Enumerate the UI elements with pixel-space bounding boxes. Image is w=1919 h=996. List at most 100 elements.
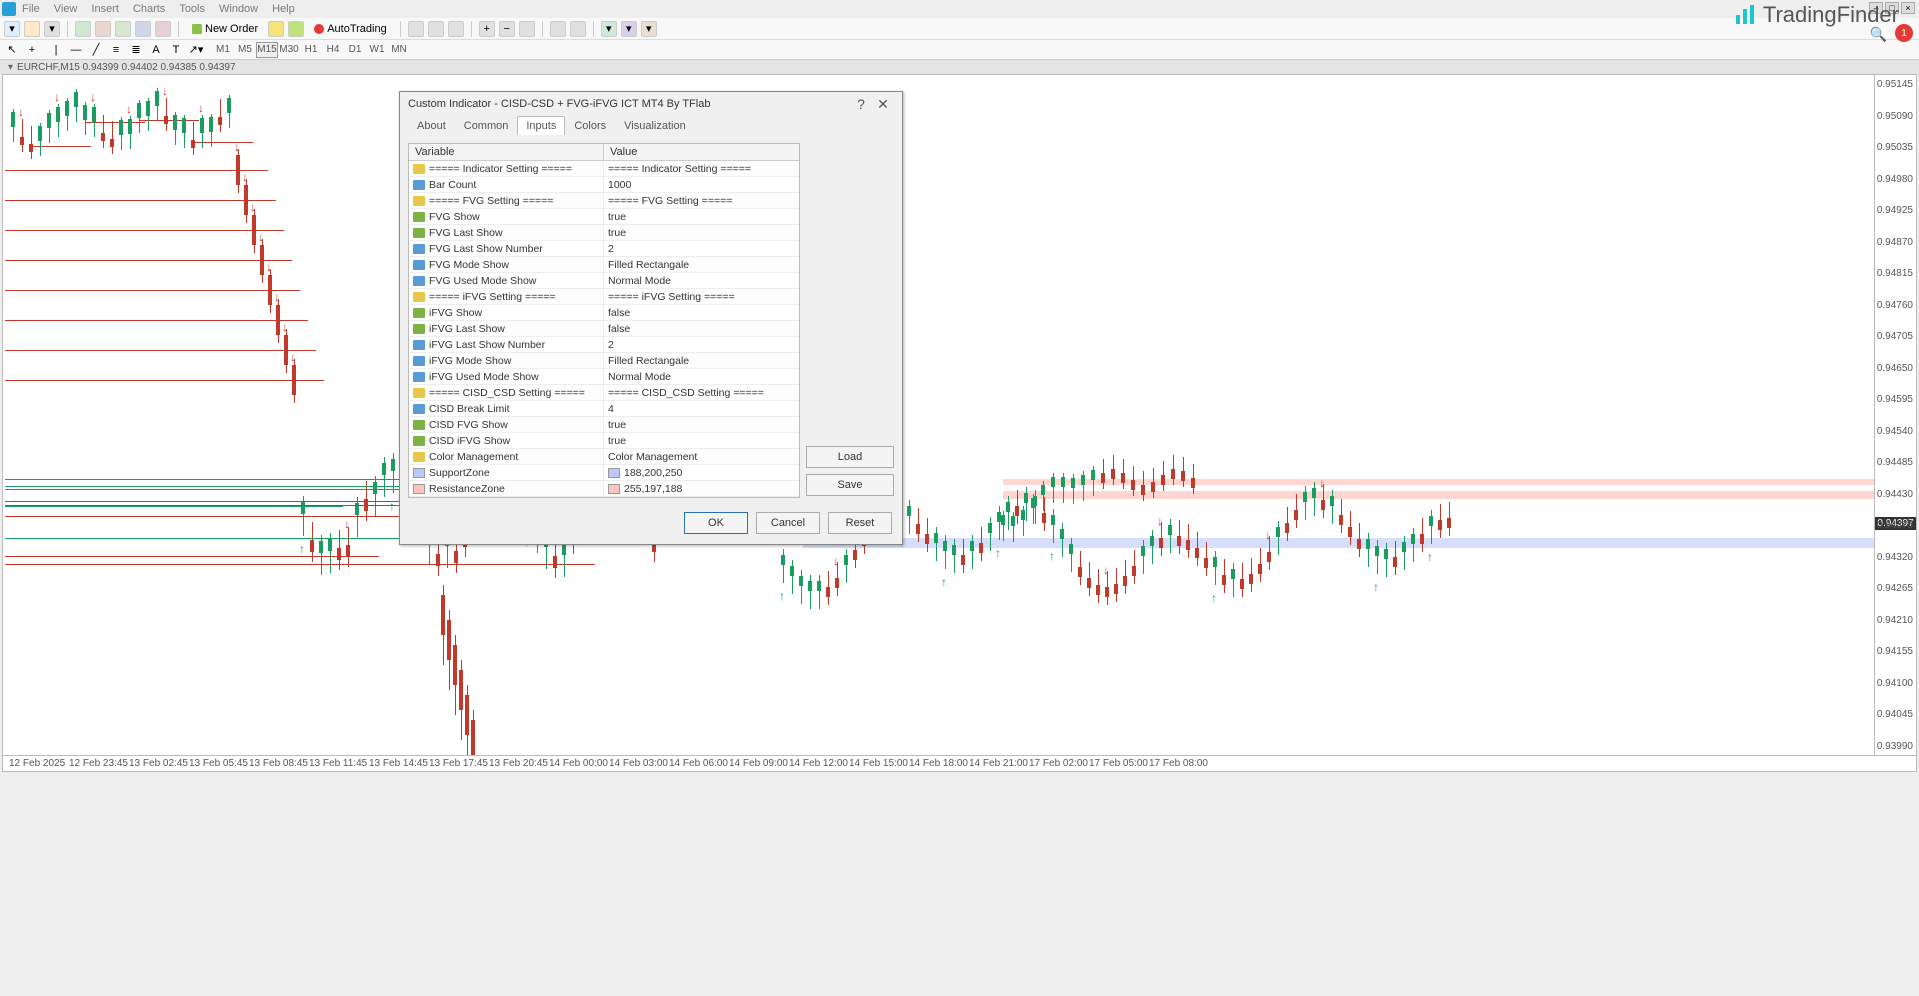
tf-m5[interactable]: M5 [234,42,256,58]
new-order-button[interactable]: New Order [186,21,264,37]
tb-line-chart-icon[interactable] [448,21,464,37]
chart-plot[interactable]: ↓↓↓↓↓↓↓↓↓↓↓↓↓↓↑↓↑↓↑↑↓↓↑↓↓↑↑↑↓↓↑↓↓↑↑ [3,75,1874,755]
save-button[interactable]: Save [806,474,894,496]
tab-visualization[interactable]: Visualization [615,116,695,135]
x-tick: 13 Feb 14:45 [369,758,429,769]
arrows-icon[interactable]: ↗▾ [188,42,204,58]
tab-inputs[interactable]: Inputs [517,116,565,135]
menu-file[interactable]: File [22,3,40,15]
tb-save-icon[interactable] [24,21,40,37]
param-type-icon [413,244,425,254]
param-row[interactable]: ===== iFVG Setting ========== iFVG Setti… [409,289,799,305]
tab-common[interactable]: Common [455,116,518,135]
param-row[interactable]: FVG Mode ShowFilled Rectangale [409,257,799,273]
param-row[interactable]: ResistanceZone255,197,188 [409,481,799,497]
vline-icon[interactable]: | [48,42,64,58]
tb-new-chart-icon[interactable]: ▾ [4,21,20,37]
tb-autoscroll-icon[interactable] [570,21,586,37]
tf-m15[interactable]: M15 [256,42,278,58]
tf-w1[interactable]: W1 [366,42,388,58]
reset-button[interactable]: Reset [828,512,892,534]
arrow-up-icon: ↑ [299,542,305,556]
param-row[interactable]: FVG Showtrue [409,209,799,225]
crosshair-icon[interactable]: + [24,42,40,58]
param-row[interactable]: iFVG Used Mode ShowNormal Mode [409,369,799,385]
tb-zoom-in-icon[interactable]: + [479,21,495,37]
param-row[interactable]: FVG Used Mode ShowNormal Mode [409,273,799,289]
load-button[interactable]: Load [806,446,894,468]
dialog-help-button[interactable]: ? [850,94,872,114]
param-row[interactable]: SupportZone188,200,250 [409,465,799,481]
tradingfinder-logo: TradingFinder [1733,2,1899,28]
param-row[interactable]: FVG Last Show Number2 [409,241,799,257]
param-row[interactable]: iFVG Last Show Number2 [409,337,799,353]
param-type-icon [413,196,425,206]
cursor-icon[interactable]: ↖ [4,42,20,58]
tf-m1[interactable]: M1 [212,42,234,58]
param-row[interactable]: Color ManagementColor Management [409,449,799,465]
tb-candle-chart-icon[interactable] [428,21,444,37]
menu-view[interactable]: View [54,3,78,15]
ok-button[interactable]: OK [684,512,748,534]
tb-indicators-dd-icon[interactable]: ▾ [601,21,617,37]
param-row[interactable]: CISD iFVG Showtrue [409,433,799,449]
trendline-icon[interactable]: ╱ [88,42,104,58]
tb-data-window-icon[interactable] [95,21,111,37]
tf-h1[interactable]: H1 [300,42,322,58]
param-row[interactable]: CISD FVG Showtrue [409,417,799,433]
tb-bar-chart-icon[interactable] [408,21,424,37]
arrow-down-icon: ↓ [1319,476,1325,490]
tb-strategy-tester-icon[interactable] [155,21,171,37]
param-row[interactable]: ===== CISD_CSD Setting ========== CISD_C… [409,385,799,401]
arrow-down-icon: ↓ [18,105,24,119]
tab-about[interactable]: About [408,116,455,135]
hline-icon[interactable]: — [68,42,84,58]
y-tick: 0.95035 [1877,142,1913,153]
param-value: 188,200,250 [624,467,682,479]
label-icon[interactable]: T [168,42,184,58]
param-row[interactable]: CISD Break Limit4 [409,401,799,417]
menu-charts[interactable]: Charts [133,3,165,15]
tb-meta-icon[interactable] [268,21,284,37]
tb-tile-icon[interactable] [519,21,535,37]
cancel-button[interactable]: Cancel [756,512,820,534]
param-row[interactable]: Bar Count1000 [409,177,799,193]
param-row[interactable]: iFVG Last Showfalse [409,321,799,337]
tb-profiles-icon[interactable]: ▾ [44,21,60,37]
close-button[interactable]: × [1901,2,1915,14]
param-row[interactable]: ===== Indicator Setting ========== Indic… [409,161,799,177]
menu-help[interactable]: Help [272,3,295,15]
param-row[interactable]: iFVG Mode ShowFilled Rectangale [409,353,799,369]
chart-area[interactable]: ↓↓↓↓↓↓↓↓↓↓↓↓↓↓↑↓↑↓↑↑↓↓↑↓↓↑↑↑↓↓↑↓↓↑↑ 0.94… [2,74,1917,756]
tb-zoom-out-icon[interactable]: − [499,21,515,37]
param-row[interactable]: iFVG Showfalse [409,305,799,321]
text-icon[interactable]: A [148,42,164,58]
menu-window[interactable]: Window [219,3,258,15]
search-icon[interactable]: 🔍 [1870,26,1887,43]
tf-h4[interactable]: H4 [322,42,344,58]
parameters-table[interactable]: Variable Value ===== Indicator Setting =… [408,143,800,498]
tb-shift-icon[interactable] [550,21,566,37]
tf-mn[interactable]: MN [388,42,410,58]
tb-templates-dd-icon[interactable]: ▾ [641,21,657,37]
channel-icon[interactable]: ≡ [108,42,124,58]
param-row[interactable]: FVG Last Showtrue [409,225,799,241]
fibo-icon[interactable]: ≣ [128,42,144,58]
param-value: true [608,211,626,223]
tb-market-watch-icon[interactable] [75,21,91,37]
dialog-close-button[interactable]: ✕ [872,94,894,114]
menu-tools[interactable]: Tools [179,3,205,15]
autotrading-button[interactable]: AutoTrading [308,21,393,37]
param-row[interactable]: ===== FVG Setting ========== FVG Setting… [409,193,799,209]
param-type-icon [413,356,425,366]
tb-periods-dd-icon[interactable]: ▾ [621,21,637,37]
tab-colors[interactable]: Colors [565,116,615,135]
tf-d1[interactable]: D1 [344,42,366,58]
menu-insert[interactable]: Insert [91,3,119,15]
tb-signal-icon[interactable] [288,21,304,37]
tf-m30[interactable]: M30 [278,42,300,58]
tb-terminal-icon[interactable] [135,21,151,37]
tb-navigator-icon[interactable] [115,21,131,37]
chart-dropdown-icon[interactable]: ▾ [8,62,13,73]
dialog-title-bar[interactable]: Custom Indicator - CISD-CSD + FVG-iFVG I… [400,92,902,116]
